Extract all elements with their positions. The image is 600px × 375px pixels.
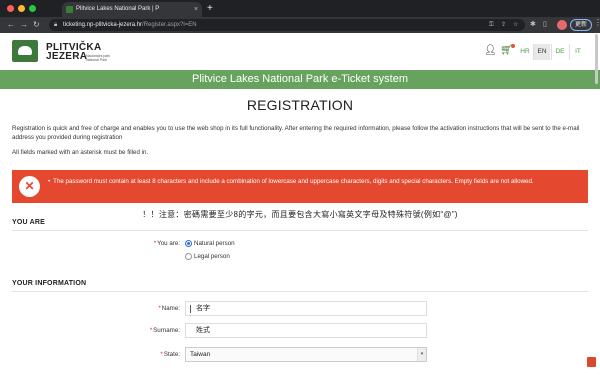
profile-avatar[interactable]: [557, 20, 567, 30]
name-label: *Name:: [158, 305, 180, 312]
required-fields-note: All fields marked with an asterisk must …: [12, 149, 149, 156]
share-icon[interactable]: ⇪: [501, 19, 506, 31]
you-are-label: *You are:: [153, 240, 180, 247]
language-de[interactable]: DE: [552, 44, 568, 60]
extensions-icon[interactable]: ✱: [530, 20, 536, 30]
bookmark-star-icon[interactable]: ☆: [513, 19, 518, 31]
site-header: PLITVIČKA JEZERA Nacionalni park Nationa…: [0, 33, 600, 70]
section-title-you-are: YOU ARE: [12, 219, 46, 226]
radio-legal-person[interactable]: [185, 253, 192, 260]
url-path: /Register.aspx?l=EN: [142, 22, 197, 28]
surname-value: 姓式: [196, 327, 210, 334]
surname-input[interactable]: 姓式: [185, 323, 427, 338]
bear-logo-icon[interactable]: [12, 40, 38, 62]
error-message: The password must contain at least 8 cha…: [48, 178, 583, 186]
cart-badge: [511, 44, 515, 48]
state-label: *State:: [160, 351, 180, 358]
menu-icon[interactable]: ⋮: [594, 18, 600, 27]
maximize-window-button[interactable]: [29, 5, 36, 12]
section-divider: [12, 230, 588, 231]
logo-subtitle: Nacionalni park National Park: [86, 54, 111, 62]
surname-label: *Surname:: [149, 327, 180, 334]
radio-label-legal-person[interactable]: Legal person: [194, 253, 230, 260]
site-favicon-icon: [66, 6, 73, 13]
side-panel-icon[interactable]: ▯: [543, 20, 547, 30]
lock-icon[interactable]: 🔒︎: [54, 19, 57, 31]
browser-tab[interactable]: Plitvice Lakes National Park | P ×: [62, 2, 202, 17]
section-divider: [12, 291, 588, 292]
chevron-down-icon: ▾: [417, 348, 426, 361]
section-title-your-information: YOUR INFORMATION: [12, 280, 87, 287]
reload-icon[interactable]: ↻: [33, 19, 40, 31]
system-banner: Plitvice Lakes National Park e-Ticket sy…: [0, 70, 600, 89]
url-host: ticketing.np-plitvicka-jezera.hr: [63, 22, 143, 28]
language-hr[interactable]: HR: [517, 44, 533, 60]
forward-icon[interactable]: →: [20, 19, 28, 31]
tab-close-icon[interactable]: ×: [194, 2, 198, 17]
update-button[interactable]: 更新: [570, 19, 592, 31]
page-title: REGISTRATION: [246, 97, 354, 113]
minimize-window-button[interactable]: [18, 5, 25, 12]
language-en[interactable]: EN: [534, 44, 550, 60]
address-bar[interactable]: 🔒︎ ticketing.np-plitvicka-jezera.hr/Regi…: [49, 19, 525, 31]
language-it[interactable]: IT: [570, 44, 586, 60]
radio-natural-person[interactable]: [185, 240, 192, 247]
close-window-button[interactable]: [7, 5, 14, 12]
new-tab-button[interactable]: +: [207, 2, 213, 15]
password-hint-note: ！！注意：密碼需要至少8的字元，而且要包含大寫小寫英文字母及特殊符號(例如“@”…: [142, 210, 458, 219]
key-icon[interactable]: ⚿: [489, 19, 494, 31]
browser-toolbar: ← → ↻ 🔒︎ ticketing.np-plitvicka-jezera.h…: [0, 17, 600, 33]
error-alert: [12, 170, 588, 203]
tab-title: Plitvice Lakes National Park | P: [76, 6, 160, 12]
user-account-icon[interactable]: 👤︎: [484, 45, 497, 56]
name-input[interactable]: 名字: [185, 301, 427, 316]
browser-tab-bar: Plitvice Lakes National Park | P × +: [0, 0, 600, 17]
state-value: Taiwan: [190, 351, 211, 358]
intro-text: Registration is quick and free of charge…: [12, 125, 580, 141]
state-select[interactable]: Taiwan ▾: [185, 347, 427, 362]
back-icon[interactable]: ←: [7, 19, 15, 31]
error-close-icon: ✕: [19, 176, 40, 197]
radio-label-natural-person[interactable]: Natural person: [194, 240, 235, 247]
scrollbar[interactable]: [595, 34, 598, 84]
chat-widget-icon[interactable]: [587, 357, 596, 367]
name-value: 名字: [196, 305, 210, 312]
